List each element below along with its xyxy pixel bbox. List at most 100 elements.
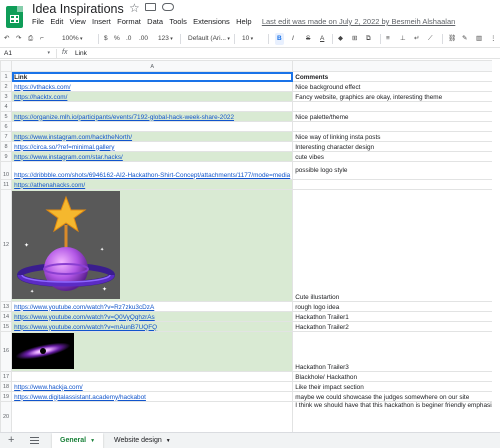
comment-cell[interactable]: possible logo style <box>292 161 500 180</box>
column-header-a[interactable]: A <box>11 60 294 72</box>
link-cell[interactable]: https://www.digitalassistant.academy/hac… <box>11 391 294 402</box>
paint-format-icon[interactable]: ⌐ <box>40 35 44 43</box>
row-number[interactable]: 4 <box>0 101 13 112</box>
comment-cell[interactable]: I think we should have that this hackath… <box>292 401 500 432</box>
comment-cell[interactable]: Fancy website, graphics are okay, intere… <box>292 91 500 102</box>
menu-file[interactable]: File <box>32 17 44 29</box>
percent-format-button[interactable]: % <box>114 35 120 43</box>
menu-view[interactable]: View <box>70 17 86 29</box>
insert-link-icon[interactable]: ⛓ <box>448 35 456 43</box>
tab-general[interactable]: General ▼ <box>52 433 104 448</box>
row-number[interactable]: 2 <box>0 81 13 92</box>
link-cell[interactable] <box>11 401 294 432</box>
row-number[interactable]: 11 <box>0 179 13 190</box>
vertical-align-icon[interactable]: ⊥ <box>400 35 406 43</box>
menu-format[interactable]: Format <box>117 17 141 29</box>
comment-cell[interactable]: Blackhole/ Hackathon <box>292 371 500 382</box>
text-rotate-icon[interactable]: ⟋ <box>428 35 433 43</box>
row-number[interactable]: 13 <box>0 301 13 312</box>
cell-b1[interactable]: Comments <box>292 71 500 82</box>
chevron-down-icon[interactable]: ▼ <box>166 438 171 444</box>
all-sheets-icon[interactable] <box>30 437 39 444</box>
select-all-corner[interactable] <box>0 60 13 72</box>
zoom-select[interactable]: 100% <box>62 35 83 43</box>
row-number[interactable]: 7 <box>0 131 13 142</box>
comment-cell[interactable]: maybe we could showcase the judges somew… <box>292 391 500 402</box>
comment-cell[interactable]: Hackathon Trailer2 <box>292 321 500 332</box>
comment-cell[interactable]: Like their impact section <box>292 381 500 392</box>
bold-button[interactable]: B <box>275 33 284 45</box>
comment-cell[interactable] <box>292 101 500 112</box>
borders-icon[interactable]: ⊞ <box>352 35 357 43</box>
comment-cell[interactable]: Nice palette/theme <box>292 111 500 122</box>
star-icon[interactable]: ☆ <box>129 1 140 15</box>
last-edit-link[interactable]: Last edit was made on July 2, 2022 by Be… <box>262 17 455 29</box>
link-cell[interactable]: https://hacktx.com/ <box>11 91 294 102</box>
column-header-b[interactable]: B <box>292 60 500 72</box>
link-cell[interactable]: https://www.youtube.com/watch?v=Q0VyQqhz… <box>11 311 294 322</box>
row-number[interactable]: 6 <box>0 121 13 132</box>
comment-cell[interactable] <box>292 179 500 190</box>
menu-data[interactable]: Data <box>147 17 163 29</box>
name-box[interactable]: A1 <box>4 50 52 57</box>
tab-website-design[interactable]: Website design ▼ <box>106 433 179 448</box>
comment-cell[interactable]: cute vibes <box>292 151 500 162</box>
link-cell[interactable]: https://vthacks.com/ <box>11 81 294 92</box>
row-number[interactable]: 20 <box>0 401 13 432</box>
menu-extensions[interactable]: Extensions <box>193 17 230 29</box>
chevron-down-icon[interactable]: ▼ <box>90 438 95 444</box>
sheets-logo-icon[interactable] <box>6 6 23 28</box>
sheet-grid[interactable]: A B 1 Link Comments 2 https://vthacks.co… <box>0 60 500 432</box>
document-title[interactable]: Idea Inspirations <box>32 2 124 16</box>
font-select[interactable]: Default (Ari... <box>188 35 230 43</box>
link-cell[interactable] <box>11 121 294 132</box>
link-cell[interactable]: https://www.youtube.com/watch?v=Rz7zku3c… <box>11 301 294 312</box>
row-number[interactable]: 12 <box>0 189 13 302</box>
cell-a1[interactable]: Link <box>11 71 294 82</box>
decrease-decimal-button[interactable]: .0 <box>126 35 131 43</box>
more-options-icon[interactable]: ⋮ <box>490 35 497 43</box>
menu-edit[interactable]: Edit <box>50 17 63 29</box>
row-number[interactable]: 1 <box>0 71 13 82</box>
image-cell[interactable] <box>11 331 294 372</box>
link-cell[interactable] <box>11 371 294 382</box>
insert-comment-icon[interactable]: ✎ <box>462 35 467 43</box>
link-cell[interactable]: https://athenahacks.com/ <box>11 179 294 190</box>
move-folder-icon[interactable] <box>145 3 156 11</box>
link-cell[interactable]: https://www.hackja.com/ <box>11 381 294 392</box>
image-cell[interactable]: ✦ ✦ ✦ ✦ <box>11 189 294 302</box>
text-wrap-icon[interactable]: ↵ <box>414 35 419 43</box>
row-number[interactable]: 10 <box>0 161 13 180</box>
formula-input[interactable]: Link <box>75 50 87 57</box>
redo-icon[interactable]: ↷ <box>16 35 21 43</box>
link-cell[interactable]: https://www.instagram.com/star.hacks/ <box>11 151 294 162</box>
comment-cell[interactable] <box>292 121 500 132</box>
row-number[interactable]: 15 <box>0 321 13 332</box>
horizontal-align-icon[interactable]: ≡ <box>386 35 390 43</box>
row-number[interactable]: 14 <box>0 311 13 322</box>
number-format-select[interactable]: 123 <box>158 35 173 43</box>
row-number[interactable]: 8 <box>0 141 13 152</box>
insert-chart-icon[interactable]: ▥ <box>476 35 482 43</box>
link-cell[interactable]: https://organize.mlh.io/participants/eve… <box>11 111 294 122</box>
comment-cell[interactable]: Interesting character design <box>292 141 500 152</box>
menu-insert[interactable]: Insert <box>92 17 111 29</box>
link-cell[interactable]: https://dribbble.com/shots/6946162-AI2-H… <box>11 161 294 180</box>
font-size-select[interactable]: 10 <box>242 35 253 43</box>
link-cell[interactable]: https://www.instagram.com/hacktheNorth/ <box>11 131 294 142</box>
link-cell[interactable]: https://circa.so/?ref=minimal.gallery <box>11 141 294 152</box>
row-number[interactable]: 19 <box>0 391 13 402</box>
comment-cell[interactable]: Cute illustartion <box>292 189 500 302</box>
print-icon[interactable]: ⎙ <box>28 35 33 43</box>
vertical-scrollbar[interactable] <box>492 60 500 432</box>
row-number[interactable]: 18 <box>0 381 13 392</box>
menu-tools[interactable]: Tools <box>169 17 187 29</box>
increase-decimal-button[interactable]: .00 <box>139 35 148 43</box>
row-number[interactable]: 17 <box>0 371 13 382</box>
row-number[interactable]: 9 <box>0 151 13 162</box>
menu-help[interactable]: Help <box>236 17 251 29</box>
text-color-button[interactable]: A <box>320 35 324 43</box>
row-number[interactable]: 3 <box>0 91 13 102</box>
comment-cell[interactable]: rough logo idea <box>292 301 500 312</box>
row-number[interactable]: 16 <box>0 331 13 372</box>
